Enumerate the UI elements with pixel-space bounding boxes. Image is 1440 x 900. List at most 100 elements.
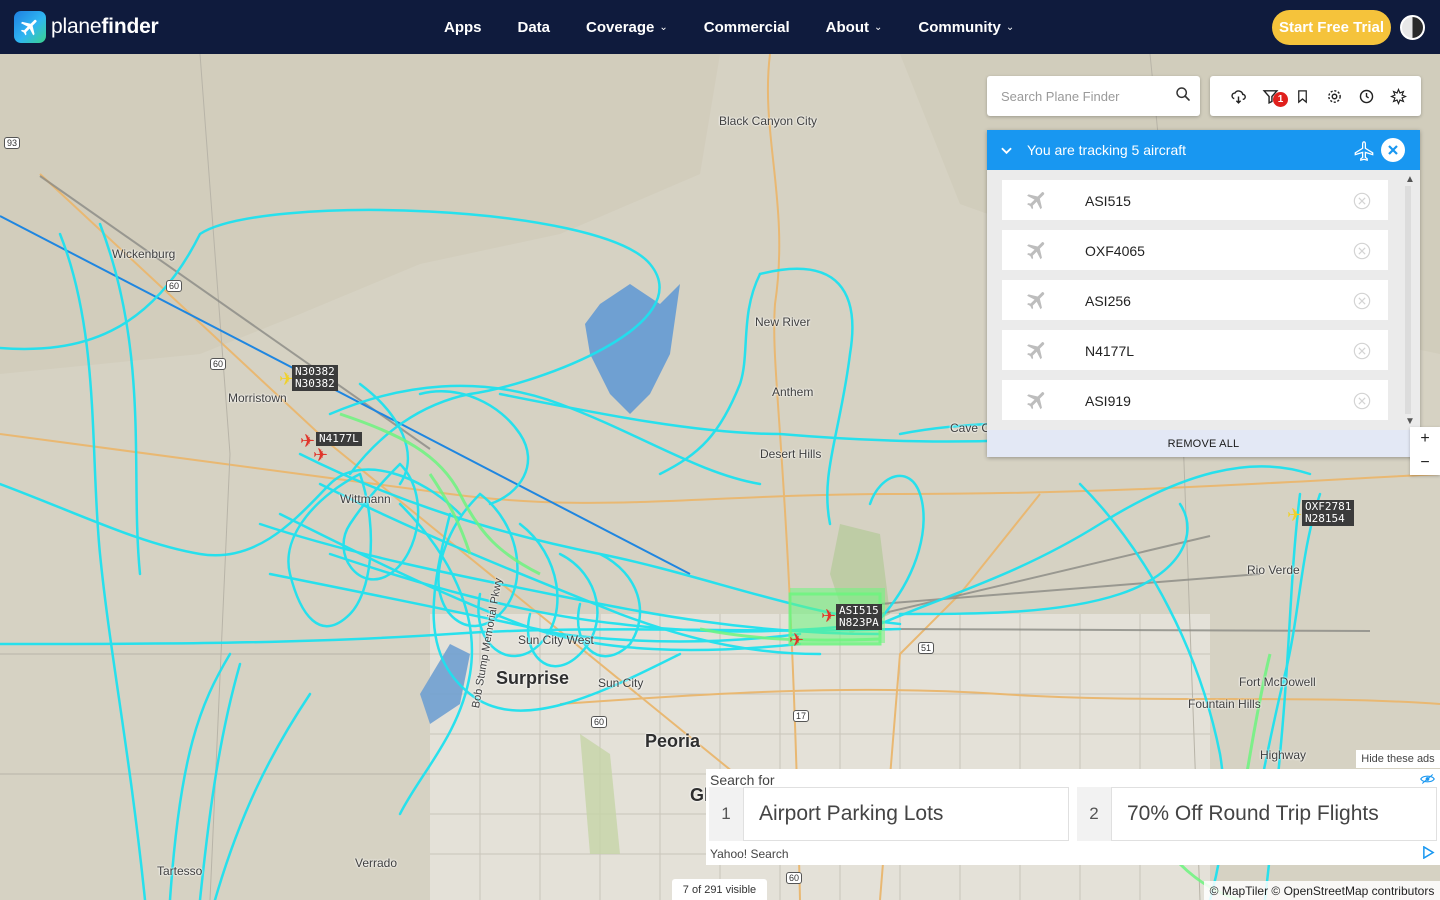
place-fort-mcdowell: Fort McDowell — [1239, 675, 1316, 689]
place-wittmann: Wittmann — [340, 492, 391, 506]
place-black-canyon-city: Black Canyon City — [719, 114, 818, 128]
aircraft-tag-n4177l[interactable]: N4177L — [316, 432, 362, 446]
aircraft-marker-icon[interactable]: ✈ — [789, 631, 804, 649]
ad-arrow-icon[interactable] — [1422, 845, 1435, 864]
route-shield: 60 — [786, 872, 803, 884]
remove-all-button[interactable]: REMOVE ALL — [987, 430, 1420, 457]
close-icon[interactable] — [1381, 138, 1405, 162]
plane-icon — [1024, 288, 1050, 317]
remove-circle-icon[interactable] — [1353, 392, 1371, 415]
route-shield: 60 — [166, 280, 183, 292]
aircraft-callsign: ASI919 — [1085, 393, 1131, 409]
planefinder-logo[interactable]: planefinder — [14, 11, 159, 43]
list-item[interactable]: N4177L — [1002, 330, 1388, 370]
place-rio-verde: Rio Verde — [1247, 563, 1300, 577]
aircraft-marker-icon[interactable]: ✈ — [821, 607, 836, 625]
start-free-trial-button[interactable]: Start Free Trial — [1272, 10, 1391, 45]
list-item[interactable]: ASI515 — [1002, 180, 1388, 220]
plane-icon — [1024, 388, 1050, 417]
filter-icon[interactable]: 1 — [1254, 76, 1288, 116]
aircraft-callsign: ASI515 — [1085, 193, 1131, 209]
ad-option[interactable]: 2 70% Off Round Trip Flights — [1077, 787, 1437, 841]
aircraft-tag-oxf2781[interactable]: OXF2781 N28154 — [1302, 500, 1355, 526]
nav-community[interactable]: Community ⌄ — [918, 19, 1014, 36]
nav-apps[interactable]: Apps — [444, 19, 482, 36]
search-ad: Search for 1 Airport Parking Lots 2 70% … — [706, 769, 1440, 865]
remove-circle-icon[interactable] — [1353, 342, 1371, 365]
logo-plane-icon — [14, 11, 46, 43]
tracking-panel: You are tracking 5 aircraft ASI515 OXF40… — [987, 130, 1420, 457]
search-icon[interactable] — [1175, 86, 1191, 107]
aircraft-tag-n30382[interactable]: N30382 N30382 — [292, 365, 338, 391]
bookmark-icon[interactable] — [1286, 76, 1318, 116]
tracking-title: You are tracking 5 aircraft — [1027, 142, 1187, 158]
list-item[interactable]: ASI256 — [1002, 280, 1388, 320]
ad-option-number: 2 — [1077, 787, 1111, 841]
nav-coverage[interactable]: Coverage ⌄ — [586, 19, 668, 36]
search-box — [987, 76, 1200, 116]
route-shield: 17 — [793, 710, 810, 722]
tracked-aircraft-list: ASI515 OXF4065 ASI256 N4177L ASI919 — [1002, 180, 1388, 430]
logo-text: planefinder — [51, 15, 159, 38]
tracking-panel-header: You are tracking 5 aircraft — [987, 130, 1420, 170]
place-morristown: Morristown — [228, 391, 287, 405]
place-wickenburg: Wickenburg — [112, 247, 176, 261]
aircraft-tag-asi515[interactable]: ASI515 N823PA — [836, 604, 882, 630]
remove-circle-icon[interactable] — [1353, 192, 1371, 215]
plane-icon — [1024, 338, 1050, 367]
plane-icon — [1024, 188, 1050, 217]
settings-icon[interactable] — [1318, 76, 1350, 116]
place-fountain-hills: Fountain Hills — [1188, 697, 1261, 711]
remove-circle-icon[interactable] — [1353, 242, 1371, 265]
list-item[interactable]: OXF4065 — [1002, 230, 1388, 270]
aircraft-marker-icon[interactable]: ✈ — [1287, 506, 1302, 524]
zoom-in-button[interactable]: + — [1410, 427, 1440, 451]
scroll-up-icon[interactable]: ▲ — [1405, 174, 1415, 185]
chevron-down-icon: ⌄ — [873, 21, 883, 33]
map-attribution[interactable]: © MapTiler © OpenStreetMap contributors — [1204, 881, 1440, 900]
ad-search-for-label: Search for — [710, 772, 775, 788]
user-avatar[interactable] — [1400, 15, 1425, 40]
ad-option[interactable]: 1 Airport Parking Lots — [709, 787, 1069, 841]
zoom-controls: + − — [1410, 427, 1440, 475]
nav-data[interactable]: Data — [518, 19, 551, 36]
place-anthem: Anthem — [772, 385, 814, 399]
list-item[interactable]: ASI919 — [1002, 380, 1388, 420]
place-desert-hills: Desert Hills — [760, 447, 822, 461]
aircraft-marker-icon[interactable]: ✈ — [313, 446, 328, 464]
place-sun-city: Sun City — [598, 676, 644, 690]
chevron-down-icon: ⌄ — [1005, 21, 1015, 33]
plane-icon — [1024, 238, 1050, 267]
weather-icon[interactable] — [1222, 76, 1254, 116]
place-peoria: Peoria — [645, 731, 701, 751]
layers-icon[interactable] — [1382, 76, 1414, 116]
aircraft-callsign: OXF4065 — [1085, 243, 1145, 259]
remove-circle-icon[interactable] — [1353, 292, 1371, 315]
ad-option-label: 70% Off Round Trip Flights — [1111, 787, 1437, 841]
main-menu: Apps Data Coverage ⌄ Commercial About ⌄ Co… — [444, 0, 1050, 54]
chevron-down-icon: ⌄ — [659, 21, 668, 33]
ad-option-number: 1 — [709, 787, 743, 841]
zoom-out-button[interactable]: − — [1410, 451, 1440, 475]
route-shield: 60 — [591, 716, 608, 728]
road-highway: Highway — [1260, 748, 1307, 762]
top-navigation: planefinder Apps Data Coverage ⌄ Commerci… — [0, 0, 1440, 54]
scroll-down-icon[interactable]: ▼ — [1405, 416, 1415, 427]
scrollbar[interactable] — [1405, 186, 1411, 414]
hide-ads-button[interactable]: Hide these ads — [1356, 750, 1440, 768]
ad-provider: Yahoo! Search — [710, 847, 789, 861]
map-toolbar: 1 — [1210, 76, 1421, 116]
nav-about[interactable]: About ⌄ — [826, 19, 883, 36]
plane-outline-icon[interactable] — [1353, 140, 1375, 165]
history-icon[interactable] — [1350, 76, 1382, 116]
nav-commercial[interactable]: Commercial — [704, 19, 790, 36]
aircraft-callsign: N4177L — [1085, 343, 1135, 359]
ad-option-label: Airport Parking Lots — [743, 787, 1069, 841]
place-verrado: Verrado — [355, 856, 398, 870]
search-input[interactable] — [1001, 88, 1171, 104]
route-shield: 60 — [210, 358, 227, 370]
place-new-river: New River — [755, 315, 811, 329]
chevron-down-icon[interactable] — [1001, 142, 1015, 158]
visible-aircraft-count: 7 of 291 visible — [672, 879, 767, 900]
place-sun-city-west: Sun City West — [518, 633, 594, 647]
